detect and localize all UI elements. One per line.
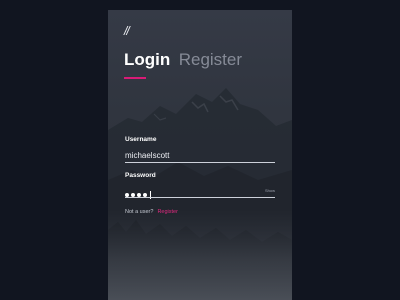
login-card: // Login Register Username michaelscott … <box>108 10 292 300</box>
register-prompt: Not a user? Register <box>125 209 178 215</box>
username-input[interactable]: michaelscott <box>125 151 169 160</box>
tab-register[interactable]: Register <box>179 50 242 70</box>
not-a-user-text: Not a user? <box>125 209 154 215</box>
app-logo: // <box>124 24 130 38</box>
password-underline <box>125 197 275 198</box>
username-underline <box>125 162 275 163</box>
tab-login[interactable]: Login <box>124 50 170 70</box>
page-background: // Login Register Username michaelscott … <box>0 0 400 300</box>
register-link[interactable]: Register <box>157 209 177 215</box>
username-label: Username <box>125 136 157 143</box>
password-label: Password <box>125 172 156 179</box>
password-input[interactable] <box>125 186 151 199</box>
active-tab-indicator <box>124 77 146 79</box>
show-password-toggle[interactable]: Show <box>265 188 275 193</box>
auth-tabs: Login Register <box>124 50 246 90</box>
